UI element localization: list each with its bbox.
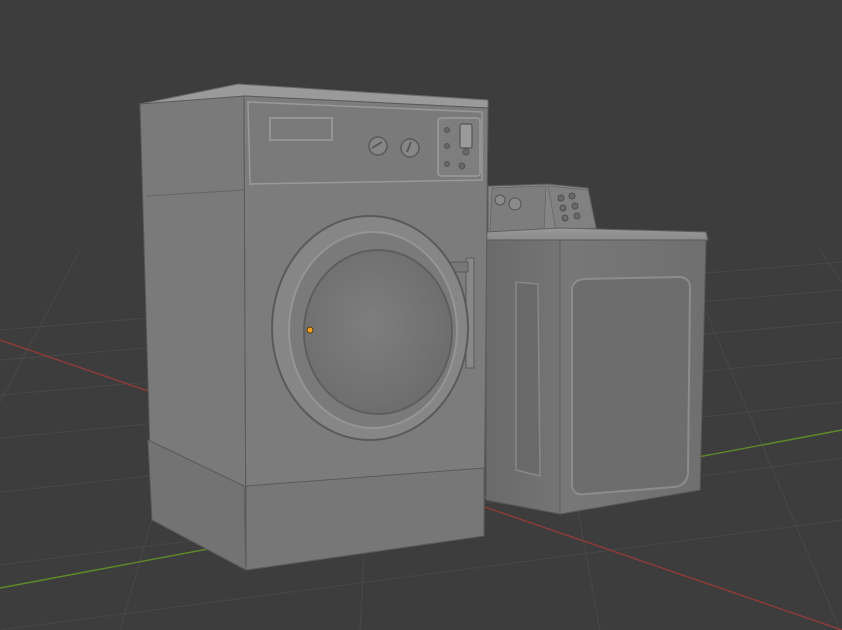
top-load-knob-icon[interactable] — [508, 197, 522, 211]
panel-button-icon[interactable] — [444, 143, 450, 149]
top-load-button-icon[interactable] — [559, 204, 567, 212]
dial-knob-icon[interactable] — [368, 136, 388, 156]
top-load-knob-icon[interactable] — [494, 194, 506, 206]
display-window — [269, 117, 333, 141]
dial-knob-icon[interactable] — [400, 138, 420, 158]
coin-slot-icon[interactable] — [459, 123, 473, 149]
top-load-button-icon[interactable] — [571, 202, 579, 210]
panel-button-icon[interactable] — [458, 162, 466, 170]
top-load-door-panel[interactable] — [571, 275, 692, 496]
front-load-kickplate — [245, 467, 485, 571]
top-load-button-icon[interactable] — [557, 194, 565, 202]
panel-button-icon[interactable] — [444, 127, 450, 133]
top-load-button-icon[interactable] — [573, 212, 581, 220]
door-glass — [303, 249, 453, 415]
panel-button-icon[interactable] — [444, 161, 450, 167]
origin-marker-icon[interactable] — [306, 326, 314, 334]
top-load-washer[interactable] — [485, 183, 709, 515]
top-load-lid — [485, 227, 709, 241]
panel-button-icon[interactable] — [462, 148, 470, 156]
top-load-button-icon[interactable] — [561, 214, 569, 222]
front-load-washer[interactable] — [139, 83, 489, 571]
3d-viewport[interactable] — [0, 0, 842, 630]
viewport-canvas[interactable] — [0, 0, 842, 630]
top-load-button-icon[interactable] — [568, 192, 576, 200]
